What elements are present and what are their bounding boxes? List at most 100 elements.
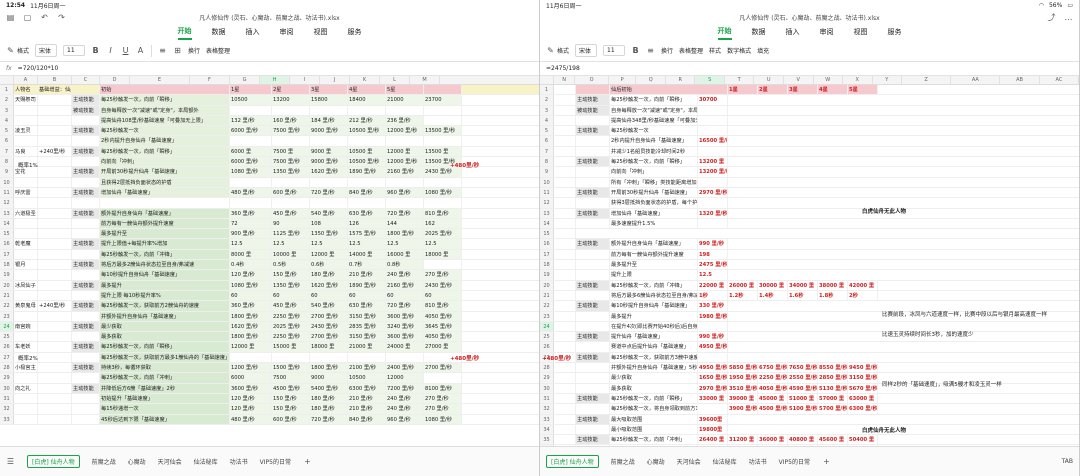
- column-header-cell[interactable]: P: [609, 76, 637, 84]
- row-number[interactable]: 10: [0, 177, 14, 187]
- table-cell[interactable]: [14, 177, 38, 187]
- column-header-cell[interactable]: D: [100, 76, 130, 84]
- table-cell[interactable]: [554, 342, 576, 352]
- sheet-tab[interactable]: 前魔之战: [92, 457, 116, 466]
- table-cell[interactable]: [38, 187, 72, 198]
- table-cell[interactable]: 初始提升「基础速度」: [100, 393, 230, 404]
- table-cell[interactable]: +240里/秒: [38, 146, 72, 157]
- table-cell[interactable]: [554, 404, 576, 414]
- table-cell[interactable]: 5星: [848, 85, 878, 95]
- table-cell[interactable]: [72, 393, 100, 404]
- table-cell[interactable]: [554, 126, 576, 136]
- tab-insert[interactable]: 插入: [246, 25, 260, 39]
- table-cell[interactable]: [272, 105, 310, 115]
- table-cell[interactable]: [554, 198, 576, 208]
- table-cell[interactable]: 主动技能: [72, 208, 100, 218]
- table-cell[interactable]: [14, 352, 38, 363]
- table-cell[interactable]: 2430 里/秒: [424, 280, 462, 290]
- more-icon[interactable]: …: [1064, 13, 1073, 22]
- table-cell[interactable]: [698, 218, 728, 229]
- sheet-tab[interactable]: 功法书: [749, 457, 767, 466]
- table-cell[interactable]: 3900 里/秒: [728, 404, 758, 414]
- table-cell[interactable]: 2700 里/秒: [310, 311, 348, 321]
- table-cell[interactable]: 向前向「冲刺」: [610, 167, 698, 177]
- table-cell[interactable]: 8100 里/秒: [424, 383, 462, 393]
- table-cell[interactable]: 将后方最多2艘仙舟状态拉至自身/弗减速: [100, 260, 230, 270]
- table-cell[interactable]: 51000 里: [788, 393, 818, 404]
- table-cell[interactable]: [576, 311, 610, 321]
- table-cell[interactable]: 12000 里/秒: [386, 157, 424, 167]
- table-cell[interactable]: 4050 里/秒: [424, 332, 462, 342]
- table-cell[interactable]: [72, 136, 100, 146]
- table-cell[interactable]: 主动技能: [72, 301, 100, 311]
- table-cell[interactable]: 1080 里/秒: [230, 167, 272, 177]
- table-cell[interactable]: 主动技能: [72, 383, 100, 393]
- table-cell[interactable]: [554, 229, 576, 239]
- table-cell[interactable]: [230, 136, 272, 146]
- table-cell[interactable]: 主动技能: [72, 187, 100, 198]
- table-cell[interactable]: 42000 里: [848, 280, 878, 290]
- column-header-cell[interactable]: Q: [636, 76, 666, 84]
- table-cell[interactable]: 4星: [348, 85, 386, 95]
- table-cell[interactable]: 1980 里/秒: [698, 311, 728, 321]
- table-cell[interactable]: 最少获取: [100, 321, 230, 332]
- table-cell[interactable]: [698, 105, 728, 115]
- table-cell[interactable]: 15800: [310, 95, 348, 105]
- table-cell[interactable]: 810 里/秒: [424, 301, 462, 311]
- table-cell[interactable]: [554, 363, 576, 373]
- row-number[interactable]: 19: [0, 270, 14, 280]
- table-cell[interactable]: [14, 157, 38, 167]
- table-cell[interactable]: [554, 85, 576, 95]
- table-cell[interactable]: [14, 373, 38, 383]
- table-cell[interactable]: 72: [230, 218, 272, 229]
- sheet-grid-left[interactable]: ABCDEFGHIJKLM 1人物名基础增益：仙舟基础速度初始1星2星3星4星5…: [0, 76, 539, 446]
- table-cell[interactable]: 1星: [230, 85, 272, 95]
- table-cell[interactable]: [230, 198, 272, 208]
- table-cell[interactable]: 960 里/秒: [386, 414, 424, 424]
- table-cell[interactable]: 1200 里/秒: [230, 363, 272, 373]
- table-cell[interactable]: [38, 167, 72, 177]
- row-number[interactable]: 33: [0, 414, 14, 424]
- table-cell[interactable]: [38, 321, 72, 332]
- table-cell[interactable]: 主动技能: [72, 363, 100, 373]
- table-cell[interactable]: 10500 里/秒: [348, 157, 386, 167]
- table-cell[interactable]: 840 里/秒: [348, 414, 386, 424]
- table-cell[interactable]: 最多获取: [100, 332, 230, 342]
- redo-icon[interactable]: ↷: [57, 13, 66, 22]
- table-cell[interactable]: 2秒内提升自身仙舟「基础速度」: [610, 136, 698, 146]
- table-cell[interactable]: 16000 里: [386, 249, 424, 260]
- table-cell[interactable]: [38, 311, 72, 321]
- table-cell[interactable]: [554, 105, 576, 115]
- table-cell[interactable]: [554, 167, 576, 177]
- table-cell[interactable]: [424, 115, 462, 126]
- table-cell[interactable]: [698, 404, 728, 414]
- table-cell[interactable]: 主动技能: [576, 187, 610, 198]
- table-cell[interactable]: 冰凤仙子: [14, 280, 38, 290]
- table-cell[interactable]: [554, 115, 576, 126]
- table-cell[interactable]: 呼庆雷: [14, 187, 38, 198]
- row-number[interactable]: 14: [540, 218, 554, 229]
- table-cell[interactable]: 14000 里: [348, 249, 386, 260]
- table-cell[interactable]: [576, 270, 610, 280]
- column-header-cell[interactable]: X: [843, 76, 873, 84]
- table-cell[interactable]: 前方每有一艘仙舟额外提升速度: [100, 218, 230, 229]
- column-header-cell[interactable]: E: [130, 76, 190, 84]
- table-cell[interactable]: [14, 249, 38, 260]
- table-cell[interactable]: 30700: [698, 95, 728, 105]
- table-cell[interactable]: 主动技能: [72, 239, 100, 249]
- table-cell[interactable]: 60: [230, 290, 272, 301]
- table-cell[interactable]: [554, 301, 576, 311]
- table-cell[interactable]: 18400: [348, 95, 386, 105]
- table-cell[interactable]: [310, 352, 348, 363]
- formula-bar[interactable]: =2475/198: [540, 62, 1079, 76]
- table-cell[interactable]: 12000 里: [386, 146, 424, 157]
- table-cell[interactable]: [424, 105, 462, 115]
- table-cell[interactable]: 4950 里/秒: [698, 342, 728, 352]
- table-cell[interactable]: [38, 105, 72, 115]
- table-cell[interactable]: 小极宫主: [14, 363, 38, 373]
- table-cell[interactable]: 6750 里/秒: [758, 363, 788, 373]
- number-format-button[interactable]: 数字格式: [727, 46, 751, 55]
- table-cell[interactable]: [72, 352, 100, 363]
- table-cell[interactable]: 7500 里/秒: [272, 126, 310, 136]
- row-number[interactable]: 13: [0, 208, 14, 218]
